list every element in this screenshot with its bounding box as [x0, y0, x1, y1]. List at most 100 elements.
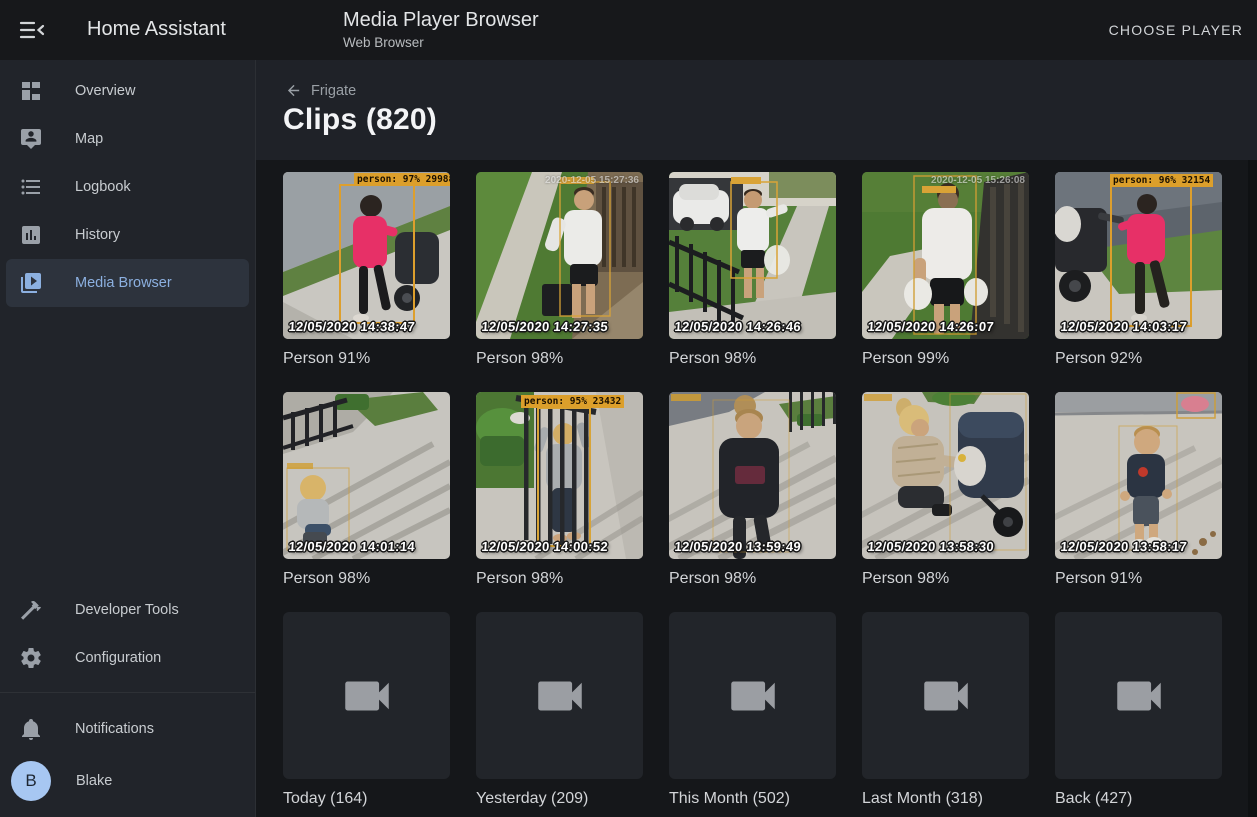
- sidebar-item-label: Media Browser: [75, 275, 172, 291]
- media-player-subtitle: Web Browser: [343, 35, 539, 50]
- dashboard-icon: [19, 79, 43, 103]
- clip-thumbnail: 2020-12-05 15:27:36 12/05/2020 14:27:35: [476, 172, 643, 339]
- clip-label: Person 92%: [1055, 350, 1222, 368]
- choose-player-button[interactable]: CHOOSE PLAYER: [1109, 22, 1243, 38]
- clip-card[interactable]: 12/05/2020 14:26:46 Person 98%: [669, 172, 836, 368]
- clip-card[interactable]: 12/05/2020 13:58:30 Person 98%: [862, 392, 1029, 588]
- sidebar-item-label: Logbook: [75, 179, 131, 195]
- clip-thumbnail: 12/05/2020 13:59:49: [669, 392, 836, 559]
- sidebar-spacer: [0, 307, 255, 586]
- folder-thumbnail: [669, 612, 836, 779]
- media-grid: person: 97% 29988 12/05/2020 14:38:47 Pe…: [283, 172, 1257, 808]
- folder-card-this-month[interactable]: This Month (502): [669, 612, 836, 808]
- detection-label: person: 96% 32154: [1110, 174, 1213, 187]
- bell-icon: [19, 717, 43, 741]
- breadcrumb-back[interactable]: Frigate: [285, 82, 356, 99]
- clip-card[interactable]: 12/05/2020 13:59:49 Person 98%: [669, 392, 836, 588]
- clip-label: Person 99%: [862, 350, 1029, 368]
- folder-label: Last Month (318): [862, 790, 1029, 808]
- list-icon: [19, 175, 43, 199]
- page-title: Clips (820): [283, 103, 437, 137]
- clip-timestamp: 12/05/2020 13:58:17: [1060, 539, 1187, 554]
- clip-thumbnail: person: 95% 23432 12/05/2020 14:00:52: [476, 392, 643, 559]
- sidebar-item-media-browser[interactable]: Media Browser: [6, 259, 249, 307]
- clip-label: Person 98%: [862, 570, 1029, 588]
- app-title: Home Assistant: [87, 18, 226, 41]
- clip-thumbnail: 12/05/2020 13:58:17: [1055, 392, 1222, 559]
- video-icon: [724, 667, 782, 725]
- folder-thumbnail: [862, 612, 1029, 779]
- clip-timestamp: 12/05/2020 14:38:47: [288, 319, 415, 334]
- clip-label: Person 98%: [283, 570, 450, 588]
- clip-timestamp: 12/05/2020 14:01:14: [288, 539, 415, 554]
- clip-card[interactable]: person: 96% 32154 12/05/2020 14:03:17 Pe…: [1055, 172, 1222, 368]
- clip-thumbnail: 12/05/2020 14:01:14: [283, 392, 450, 559]
- video-icon: [917, 667, 975, 725]
- sidebar-item-logbook[interactable]: Logbook: [6, 163, 249, 211]
- clip-card[interactable]: 12/05/2020 14:01:14 Person 98%: [283, 392, 450, 588]
- folder-card-yesterday[interactable]: Yesterday (209): [476, 612, 643, 808]
- arrow-left-icon: [285, 82, 302, 99]
- scrollbar[interactable]: [1248, 160, 1257, 817]
- profile-name: Blake: [76, 773, 112, 789]
- clip-label: Person 98%: [669, 570, 836, 588]
- sidebar-item-label: Configuration: [75, 650, 161, 666]
- folder-card-today[interactable]: Today (164): [283, 612, 450, 808]
- gear-icon: [19, 646, 43, 670]
- sidebar-toggle-icon[interactable]: [18, 18, 46, 42]
- folder-label: Back (427): [1055, 790, 1222, 808]
- sidebar-item-developer-tools[interactable]: Developer Tools: [6, 586, 249, 634]
- clip-timestamp: 12/05/2020 13:59:49: [674, 539, 801, 554]
- sidebar: Overview Map Logbook History Media Brows…: [0, 60, 256, 817]
- map-person-icon: [19, 127, 43, 151]
- clip-thumbnail: 2020-12-05 15:26:08 12/05/2020 14:26:07: [862, 172, 1029, 339]
- sidebar-item-configuration[interactable]: Configuration: [6, 634, 249, 682]
- sidebar-item-history[interactable]: History: [6, 211, 249, 259]
- folder-label: Yesterday (209): [476, 790, 643, 808]
- detection-label: person: 97% 29988: [354, 173, 450, 186]
- clip-label: Person 91%: [283, 350, 450, 368]
- clip-thumbnail: 12/05/2020 13:58:30: [862, 392, 1029, 559]
- clip-thumbnail: person: 96% 32154 12/05/2020 14:03:17: [1055, 172, 1222, 339]
- clip-label: Person 98%: [476, 570, 643, 588]
- clip-label: Person 98%: [669, 350, 836, 368]
- video-icon: [338, 667, 396, 725]
- sidebar-item-overview[interactable]: Overview: [6, 67, 249, 115]
- detection-label: person: 95% 23432: [521, 395, 624, 408]
- sidebar-item-label: History: [75, 227, 120, 243]
- avatar: B: [11, 761, 51, 801]
- sidebar-item-label: Notifications: [75, 721, 154, 737]
- media-browser-header: Frigate Clips (820): [256, 60, 1257, 160]
- top-app-bar: Home Assistant Media Player Browser Web …: [0, 0, 1257, 60]
- media-grid-container: person: 97% 29988 12/05/2020 14:38:47 Pe…: [256, 160, 1257, 817]
- clip-timestamp: 12/05/2020 14:00:52: [481, 539, 608, 554]
- sidebar-divider: [0, 692, 255, 693]
- folder-label: Today (164): [283, 790, 450, 808]
- sidebar-item-label: Overview: [75, 83, 135, 99]
- sidebar-item-label: Map: [75, 131, 103, 147]
- folder-card-last-month[interactable]: Last Month (318): [862, 612, 1029, 808]
- video-icon: [1110, 667, 1168, 725]
- folder-thumbnail: [476, 612, 643, 779]
- clip-thumbnail: person: 97% 29988 12/05/2020 14:38:47: [283, 172, 450, 339]
- clip-timestamp: 12/05/2020 14:26:07: [867, 319, 994, 334]
- clip-timestamp: 12/05/2020 14:27:35: [481, 319, 608, 334]
- folder-thumbnail: [283, 612, 450, 779]
- breadcrumb-label: Frigate: [311, 83, 356, 99]
- sidebar-item-notifications[interactable]: Notifications: [6, 705, 249, 753]
- sidebar-item-map[interactable]: Map: [6, 115, 249, 163]
- clip-thumbnail: 12/05/2020 14:26:46: [669, 172, 836, 339]
- chart-icon: [19, 223, 43, 247]
- clip-timestamp: 12/05/2020 14:26:46: [674, 319, 801, 334]
- media-player-heading: Media Player Browser Web Browser: [343, 9, 539, 50]
- sidebar-item-label: Developer Tools: [75, 602, 179, 618]
- clip-card[interactable]: 2020-12-05 15:27:36 12/05/2020 14:27:35 …: [476, 172, 643, 368]
- clip-timestamp: 12/05/2020 13:58:30: [867, 539, 994, 554]
- folder-card-back[interactable]: Back (427): [1055, 612, 1222, 808]
- folder-label: This Month (502): [669, 790, 836, 808]
- clip-card[interactable]: person: 97% 29988 12/05/2020 14:38:47 Pe…: [283, 172, 450, 368]
- clip-card[interactable]: 2020-12-05 15:26:08 12/05/2020 14:26:07 …: [862, 172, 1029, 368]
- clip-card[interactable]: 12/05/2020 13:58:17 Person 91%: [1055, 392, 1222, 588]
- clip-card[interactable]: person: 95% 23432 12/05/2020 14:00:52 Pe…: [476, 392, 643, 588]
- sidebar-item-profile[interactable]: B Blake: [6, 753, 249, 809]
